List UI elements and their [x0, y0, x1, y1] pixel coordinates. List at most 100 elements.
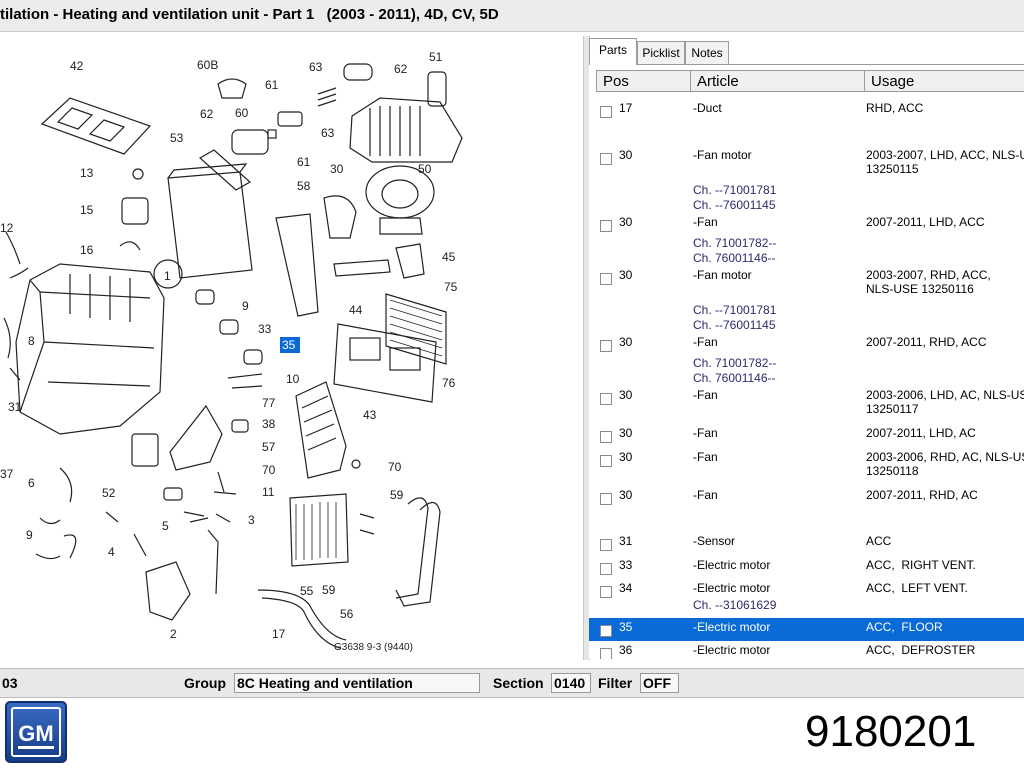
- row-checkbox[interactable]: [600, 106, 612, 118]
- row-checkbox[interactable]: [600, 340, 612, 352]
- row-article: -Fan: [693, 450, 718, 464]
- callout-61[interactable]: 61: [265, 78, 279, 92]
- callout-15[interactable]: 15: [80, 203, 94, 217]
- parts-row[interactable]: 30 -Fan 2007-2011, LHD, AC: [589, 424, 1024, 448]
- row-pos: 30: [619, 488, 633, 502]
- row-checkbox[interactable]: [600, 625, 612, 637]
- parts-row[interactable]: 30 -Fan motor 2003-2007, RHD, ACC, NLS-USE…: [589, 266, 1024, 333]
- tab-parts[interactable]: Parts: [589, 38, 637, 65]
- parts-row[interactable]: 30 -Fan 2007-2011, RHD, AC: [589, 486, 1024, 532]
- callout-6[interactable]: 6: [28, 476, 35, 490]
- parts-list: Pos Article Usage 17 -Duct RHD, ACC 30 -Fan …: [589, 64, 1024, 659]
- filter-field[interactable]: OFF: [640, 673, 679, 693]
- row-checkbox[interactable]: [600, 273, 612, 285]
- callout-50[interactable]: 50: [418, 162, 432, 176]
- callout-1[interactable]: 1: [164, 269, 171, 283]
- callout-58[interactable]: 58: [297, 179, 311, 193]
- callout-75[interactable]: 75: [444, 280, 458, 294]
- parts-row[interactable]: 30 -Fan 2007-2011, RHD, ACC Ch. 71001782-- C…: [589, 333, 1024, 386]
- callout-45[interactable]: 45: [442, 250, 456, 264]
- callout-2[interactable]: 2: [170, 627, 177, 641]
- callout-35[interactable]: 35: [282, 338, 296, 352]
- callout-5[interactable]: 5: [162, 519, 169, 533]
- row-checkbox[interactable]: [600, 455, 612, 467]
- group-field[interactable]: 8C Heating and ventilation: [234, 673, 480, 693]
- callout-33[interactable]: 33: [258, 322, 272, 336]
- callout-62[interactable]: 62: [200, 107, 214, 121]
- callout-63[interactable]: 63: [309, 60, 323, 74]
- callout-70[interactable]: 70: [262, 463, 276, 477]
- row-checkbox[interactable]: [600, 393, 612, 405]
- parts-row[interactable]: 30 -Fan motor 2003-2007, LHD, ACC, NLS-US …: [589, 146, 1024, 213]
- callout-9[interactable]: 9: [26, 528, 33, 542]
- callout-57[interactable]: 57: [262, 440, 276, 454]
- callout-8[interactable]: 8: [28, 334, 35, 348]
- parts-row[interactable]: 35 -Electric motor ACC, FLOOR: [589, 618, 1024, 641]
- row-chassis-range: Ch. 76001146--: [693, 371, 776, 385]
- row-checkbox[interactable]: [600, 220, 612, 232]
- tab-notes[interactable]: Notes: [685, 41, 729, 64]
- section-field[interactable]: 0140: [551, 673, 591, 693]
- callout-59[interactable]: 59: [322, 583, 336, 597]
- row-usage: ACC, LEFT VENT.: [866, 581, 968, 595]
- row-usage: ACC, RIGHT VENT.: [866, 558, 976, 572]
- row-usage: ACC: [866, 534, 892, 548]
- callout-37[interactable]: 37: [0, 467, 14, 481]
- parts-row[interactable]: 30 -Fan 2003-2006, LHD, AC, NLS-US 1325011…: [589, 386, 1024, 424]
- callout-10[interactable]: 10: [286, 372, 300, 386]
- callout-43[interactable]: 43: [363, 408, 377, 422]
- callout-9[interactable]: 9: [242, 299, 249, 313]
- row-checkbox[interactable]: [600, 563, 612, 575]
- callout-42[interactable]: 42: [70, 59, 84, 73]
- callout-11[interactable]: 11: [262, 485, 275, 499]
- callout-60B[interactable]: 60B: [197, 58, 218, 72]
- row-checkbox[interactable]: [600, 539, 612, 551]
- callout-62[interactable]: 62: [394, 62, 408, 76]
- row-usage: 2007-2011, LHD, AC: [866, 426, 976, 440]
- parts-row[interactable]: 17 -Duct RHD, ACC: [589, 99, 1024, 146]
- callout-55[interactable]: 55: [300, 584, 314, 598]
- column-header-pos[interactable]: Pos: [596, 70, 691, 92]
- row-pos: 30: [619, 388, 633, 402]
- parts-row[interactable]: 30 -Fan 2003-2006, RHD, AC, NLS-US 1325011…: [589, 448, 1024, 486]
- callout-12[interactable]: 12: [0, 221, 14, 235]
- callout-56[interactable]: 56: [340, 607, 354, 621]
- row-checkbox[interactable]: [600, 586, 612, 598]
- callout-3[interactable]: 3: [248, 513, 255, 527]
- callout-38[interactable]: 38: [262, 417, 276, 431]
- row-checkbox[interactable]: [600, 153, 612, 165]
- callout-59[interactable]: 59: [390, 488, 404, 502]
- callout-77[interactable]: 77: [262, 396, 276, 410]
- parts-row[interactable]: 33 -Electric motor ACC, RIGHT VENT.: [589, 556, 1024, 579]
- callout-4[interactable]: 4: [108, 545, 115, 559]
- row-checkbox[interactable]: [600, 493, 612, 505]
- callout-76[interactable]: 76: [442, 376, 456, 390]
- callout-53[interactable]: 53: [170, 131, 184, 145]
- callout-31[interactable]: 31: [8, 400, 22, 414]
- row-pos: 35: [619, 620, 633, 634]
- callout-52[interactable]: 52: [102, 486, 116, 500]
- exploded-parts-diagram[interactable]: 42 60B 63 62 51 61 62 60 53 63 61 13 30 50 15 58 12 16 1 45…: [0, 42, 582, 658]
- callout-16[interactable]: 16: [80, 243, 94, 257]
- callout-60[interactable]: 60: [235, 106, 249, 120]
- status-year: 03: [2, 675, 18, 691]
- callout-61[interactable]: 61: [297, 155, 311, 169]
- callout-17[interactable]: 17: [272, 627, 286, 641]
- parts-row[interactable]: 36 -Electric motor ACC, DEFROSTER: [589, 641, 1024, 659]
- row-article: -Electric motor: [693, 620, 771, 634]
- callout-51[interactable]: 51: [429, 50, 443, 64]
- callout-44[interactable]: 44: [349, 303, 363, 317]
- tab-picklist[interactable]: Picklist: [637, 41, 685, 64]
- parts-row[interactable]: 34 -Electric motor ACC, LEFT VENT. Ch. --31…: [589, 579, 1024, 618]
- callout-30[interactable]: 30: [330, 162, 344, 176]
- callout-63[interactable]: 63: [321, 126, 335, 140]
- callout-13[interactable]: 13: [80, 166, 94, 180]
- parts-row[interactable]: 31 -Sensor ACC: [589, 532, 1024, 556]
- parts-row[interactable]: 30 -Fan 2007-2011, LHD, ACC Ch. 71001782-- C…: [589, 213, 1024, 266]
- row-article: -Electric motor: [693, 581, 771, 595]
- column-header-article[interactable]: Article: [690, 70, 865, 92]
- column-header-usage[interactable]: Usage: [864, 70, 1024, 92]
- row-checkbox[interactable]: [600, 431, 612, 443]
- row-checkbox[interactable]: [600, 648, 612, 659]
- callout-70[interactable]: 70: [388, 460, 402, 474]
